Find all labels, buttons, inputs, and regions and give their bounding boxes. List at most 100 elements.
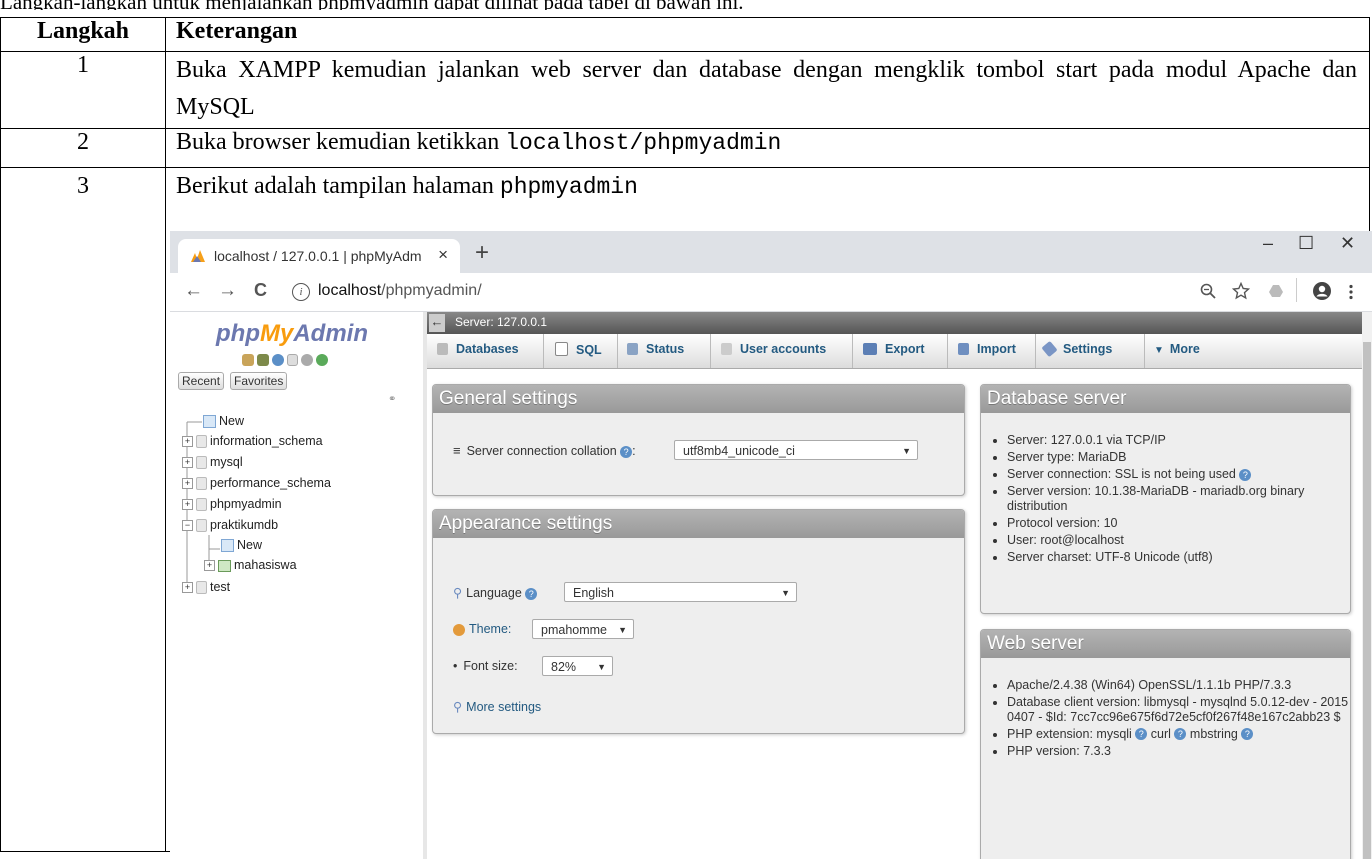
tree-item-praktikumdb[interactable]: − praktikumdb bbox=[182, 518, 279, 533]
url-input[interactable]: i localhost/phpmyadmin/ bbox=[292, 277, 1162, 307]
list-item: Server charset: UTF-8 Unicode (utf8) bbox=[1007, 550, 1350, 565]
drive-icon[interactable] bbox=[1268, 284, 1284, 298]
help-icon[interactable]: ? bbox=[1241, 728, 1254, 741]
minimize-icon[interactable]: – bbox=[1263, 233, 1273, 254]
tree-item-mysql[interactable]: + mysql bbox=[182, 455, 243, 470]
expand-icon[interactable]: + bbox=[204, 560, 215, 572]
tab-label: Status bbox=[646, 342, 685, 356]
logout-icon[interactable] bbox=[257, 354, 269, 366]
collation-select[interactable]: utf8mb4_unicode_ci ▼ bbox=[674, 440, 918, 460]
theme-icon bbox=[453, 623, 465, 636]
tab-import[interactable]: Import bbox=[958, 342, 1016, 356]
help-icon[interactable]: ? bbox=[1135, 728, 1148, 741]
list-item: PHP extension: mysqli ? curl ? mbstring … bbox=[1007, 727, 1350, 742]
database-icon bbox=[196, 435, 207, 449]
font-size-select[interactable]: 82% ▼ bbox=[542, 656, 613, 676]
database-icon bbox=[196, 498, 207, 512]
general-settings-panel: General settings ≡ Server connection coll… bbox=[432, 384, 965, 496]
step-text: Buka browser kemudian ketikkan bbox=[176, 129, 506, 155]
tree-item-phpmyadmin[interactable]: + phpmyadmin bbox=[182, 497, 282, 512]
dropdown-caret-icon: ▼ bbox=[902, 446, 911, 456]
favorites-tab[interactable]: Favorites bbox=[230, 372, 288, 390]
panel-title: Appearance settings bbox=[433, 510, 964, 538]
tab-label: Export bbox=[885, 342, 925, 356]
reload-nav-icon[interactable] bbox=[316, 354, 328, 366]
tree-item-new[interactable]: New bbox=[200, 414, 244, 429]
home-icon[interactable] bbox=[242, 354, 254, 366]
close-tab-icon[interactable]: × bbox=[438, 245, 448, 265]
tree-item-mahasiswa[interactable]: + mahasiswa bbox=[204, 558, 297, 572]
theme-select[interactable]: pmahomme ▼ bbox=[532, 619, 634, 639]
address-bar: ← → C i localhost/phpmyadmin/ bbox=[170, 273, 1372, 312]
quick-icons bbox=[242, 354, 331, 369]
list-item: User: root@localhost bbox=[1007, 533, 1350, 548]
help-icon[interactable]: ? bbox=[1174, 728, 1187, 741]
tab-databases[interactable]: Databases bbox=[437, 342, 519, 356]
help-icon[interactable] bbox=[272, 354, 284, 366]
list-item: Server version: 10.1.38-MariaDB - mariad… bbox=[1007, 484, 1350, 513]
new-tab-button[interactable]: + bbox=[475, 239, 489, 267]
expand-icon[interactable]: + bbox=[182, 436, 193, 448]
settings-icon[interactable] bbox=[301, 354, 313, 366]
collapse-icon[interactable]: − bbox=[182, 520, 193, 532]
tree-label: mahasiswa bbox=[234, 558, 297, 572]
list-item: Server type: MariaDB bbox=[1007, 450, 1350, 465]
menu-icon[interactable] bbox=[1348, 284, 1354, 300]
tree-item-performance-schema[interactable]: + performance_schema bbox=[182, 476, 331, 491]
collation-icon: ≡ bbox=[453, 443, 461, 458]
maximize-icon[interactable]: ☐ bbox=[1298, 233, 1314, 254]
server-label[interactable]: Server: 127.0.0.1 bbox=[455, 315, 547, 329]
tab-sql[interactable]: SQL bbox=[555, 342, 602, 357]
expand-icon[interactable]: + bbox=[182, 457, 193, 469]
expand-icon[interactable]: + bbox=[182, 582, 193, 594]
sql-icon bbox=[555, 342, 568, 356]
tab-label: More bbox=[1169, 342, 1200, 356]
reload-icon[interactable]: C bbox=[254, 280, 267, 301]
logo-my: My bbox=[259, 320, 294, 347]
recent-tab[interactable]: Recent bbox=[178, 372, 225, 390]
help-icon[interactable]: ? bbox=[620, 445, 633, 458]
more-settings-link[interactable]: ⚲ More settings bbox=[453, 699, 541, 714]
tab-settings[interactable]: Settings bbox=[1041, 340, 1112, 358]
link-icon[interactable]: ⚭ bbox=[388, 394, 396, 405]
help-icon[interactable]: ? bbox=[525, 587, 538, 600]
phpmyadmin-logo[interactable]: phpMyAdmin bbox=[216, 320, 368, 348]
theme-label[interactable]: Theme: bbox=[469, 622, 511, 636]
list-item-text: mbstring bbox=[1189, 726, 1238, 741]
tab-label: User accounts bbox=[740, 342, 827, 356]
browser-tab[interactable]: localhost / 127.0.0.1 | phpMyAdm × bbox=[178, 239, 460, 273]
table-header-row: Langkah Keterangan bbox=[0, 17, 1370, 52]
zoom-icon[interactable] bbox=[1200, 283, 1216, 299]
help-icon[interactable]: ? bbox=[1239, 468, 1252, 481]
tab-more[interactable]: ▼ More bbox=[1154, 342, 1200, 356]
site-info-icon[interactable]: i bbox=[292, 283, 310, 301]
tree-item-new-table[interactable]: New bbox=[218, 538, 262, 553]
collapse-nav-icon[interactable]: ← bbox=[429, 314, 445, 332]
more-settings-label: More settings bbox=[466, 700, 542, 714]
tab-user-accounts[interactable]: User accounts bbox=[721, 342, 826, 356]
database-icon bbox=[196, 519, 207, 533]
docs-icon[interactable] bbox=[287, 354, 298, 366]
database-icon bbox=[196, 456, 207, 470]
star-icon[interactable] bbox=[1232, 282, 1250, 300]
new-icon bbox=[221, 539, 234, 553]
caret-down-icon: ▼ bbox=[1154, 345, 1164, 356]
forward-icon[interactable]: → bbox=[218, 280, 237, 302]
scrollbar[interactable] bbox=[1362, 312, 1372, 859]
url-host: localhost bbox=[318, 282, 382, 299]
expand-icon[interactable]: + bbox=[182, 478, 193, 490]
profile-icon[interactable] bbox=[1312, 281, 1332, 301]
language-select[interactable]: English ▼ bbox=[564, 582, 797, 602]
document-top-line: Langkah-langkah untuk menjalankan phpmya… bbox=[0, 0, 1372, 10]
tree-item-test[interactable]: + test bbox=[182, 580, 230, 595]
close-window-icon[interactable]: ✕ bbox=[1340, 233, 1355, 254]
back-icon[interactable]: ← bbox=[184, 280, 203, 302]
expand-icon[interactable]: + bbox=[182, 499, 193, 511]
tab-status[interactable]: Status bbox=[627, 342, 684, 356]
tree-label: praktikumdb bbox=[210, 518, 279, 532]
table-row: 2 Buka browser kemudian ketikkan localho… bbox=[0, 128, 1370, 168]
tree-item-information-schema[interactable]: + information_schema bbox=[182, 434, 323, 449]
tab-export[interactable]: Export bbox=[863, 342, 925, 356]
import-icon bbox=[958, 343, 969, 355]
scrollbar-thumb[interactable] bbox=[1363, 342, 1371, 859]
